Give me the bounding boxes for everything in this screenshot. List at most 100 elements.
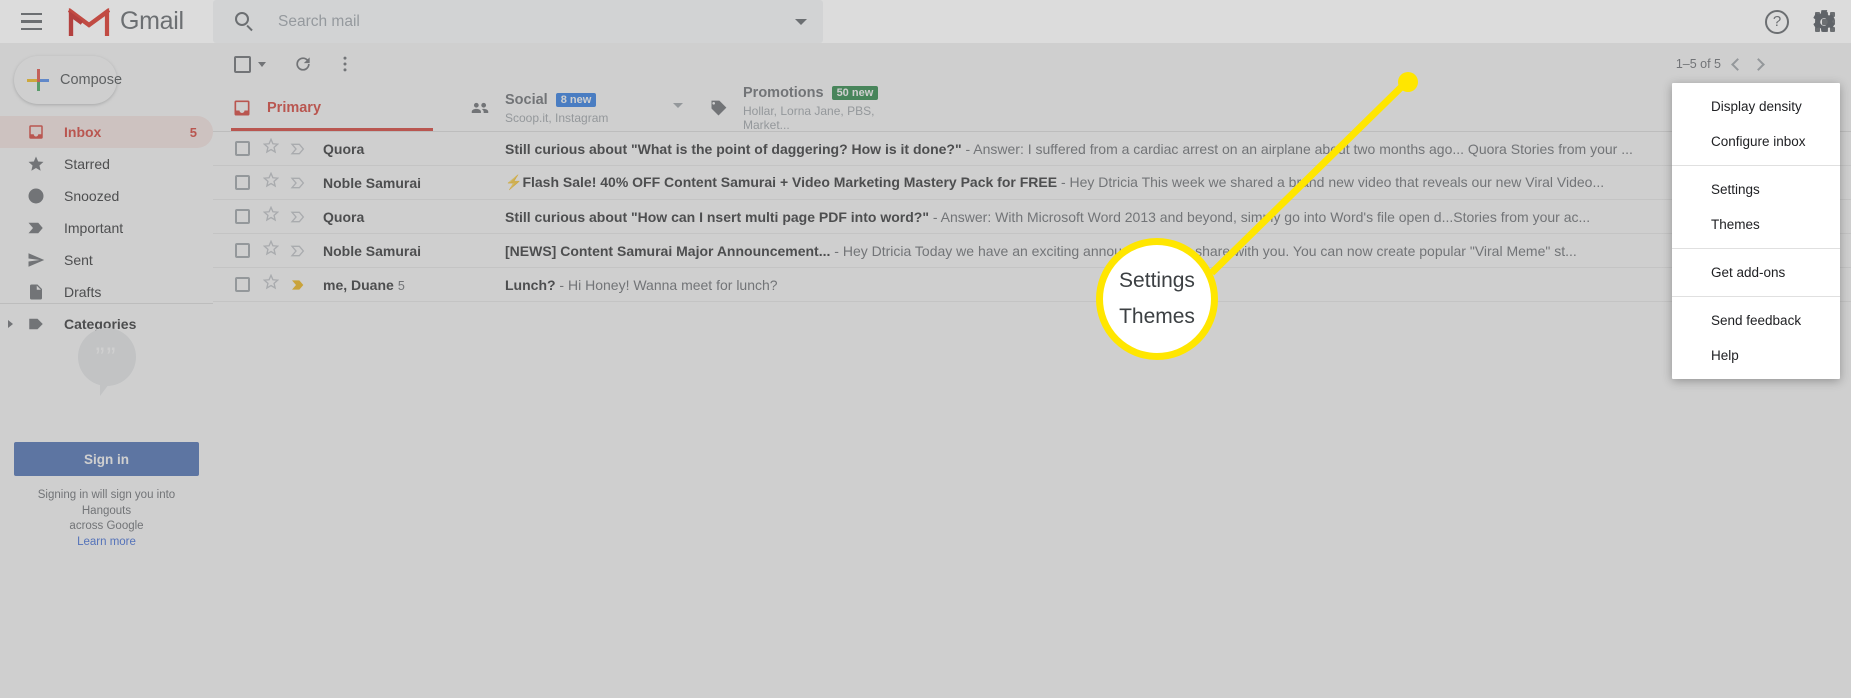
email-subject: Lunch?	[505, 276, 556, 293]
search-icon	[234, 11, 256, 33]
email-snippet: - Hey Dtricia This week we shared a bran…	[1057, 174, 1605, 190]
tab-subtitle: Hollar, Lorna Jane, PBS, Market...	[743, 103, 875, 132]
email-snippet: - Answer: I suffered from a cardiac arre…	[961, 140, 1633, 157]
tab-badge: 8 new	[555, 92, 597, 107]
email-sender: Quora	[323, 208, 365, 225]
email-subject: Still curious about "What is the point o…	[505, 140, 962, 157]
send-icon	[26, 250, 46, 270]
email-sender: Noble Samurai	[323, 174, 422, 191]
select-dropdown-icon[interactable]	[258, 61, 266, 67]
email-checkbox[interactable]	[235, 141, 250, 156]
email-thread-count: 5	[397, 278, 405, 293]
settings-menu-item-settings[interactable]: Settings	[1672, 172, 1840, 207]
email-row[interactable]: me, Duane 5 Lunch? - Hi Honey! Wanna meet …	[213, 268, 1851, 302]
more-vertical-icon[interactable]	[335, 54, 355, 74]
sidebar-item-starred[interactable]: Starred	[0, 148, 213, 180]
tab-badge: 50 new	[831, 85, 879, 100]
email-snippet: - Hi Honey! Wanna meet for lunch?	[555, 276, 778, 293]
email-checkbox[interactable]	[235, 243, 250, 258]
email-checkbox[interactable]	[235, 277, 250, 292]
tag-icon	[707, 97, 729, 119]
chevron-down-icon[interactable]	[795, 18, 807, 25]
sidebar-item-label: Snoozed	[64, 188, 120, 204]
important-marker-icon[interactable]	[290, 243, 306, 259]
email-row[interactable]: Noble Samurai [NEWS] Content Samurai Majo…	[213, 234, 1851, 268]
settings-menu-item-themes[interactable]: Themes	[1672, 207, 1840, 242]
chevron-down-icon[interactable]	[673, 103, 683, 108]
email-sender: me, Duane 5	[323, 276, 405, 293]
sidebar-item-label: Inbox	[64, 124, 102, 140]
sidebar-item-sent[interactable]: Sent	[0, 244, 213, 276]
settings-menu-item-display-density[interactable]: Display density	[1672, 89, 1840, 124]
star-icon	[26, 154, 46, 174]
select-all-checkbox[interactable]	[234, 55, 251, 73]
gear-icon[interactable]	[1811, 9, 1837, 35]
important-marker-icon[interactable]	[290, 277, 306, 293]
menu-separator	[1672, 296, 1840, 297]
inbox-count: 5	[189, 124, 197, 140]
callout-anchor-dot	[1398, 72, 1418, 92]
star-icon[interactable]	[262, 137, 280, 159]
compose-button[interactable]: Compose	[14, 56, 122, 104]
inbox-tabs: Primary Social 8 new Scoop.it, Instagram	[213, 85, 1851, 132]
tab-promotions[interactable]: Promotions 50 new Hollar, Lorna Jane, PB…	[689, 85, 927, 132]
star-icon[interactable]	[262, 171, 280, 193]
sidebar-item-inbox[interactable]: Inbox 5	[0, 116, 213, 148]
menu-separator	[1672, 165, 1840, 166]
pager-text: 1–5 of 5	[1675, 57, 1721, 71]
email-row[interactable]: Noble Samurai ⚡Flash Sale! 40% OFF Conten…	[213, 166, 1851, 200]
important-marker-icon[interactable]	[290, 175, 306, 191]
sidebar-item-important[interactable]: Important	[0, 212, 213, 244]
sidebar-item-label: Important	[64, 220, 124, 236]
search-box[interactable]	[213, 0, 823, 43]
settings-menu-item-help[interactable]: Help	[1672, 338, 1840, 373]
hangouts-quote-glyph: ””	[95, 342, 118, 372]
inbox-icon	[231, 97, 253, 119]
email-snippet: - Hey Dtricia Today we have an exciting …	[830, 242, 1577, 259]
menu-separator	[1672, 248, 1840, 249]
email-subject: Flash Sale! 40% OFF Content Samurai + Vi…	[522, 174, 1058, 190]
chevron-right-icon[interactable]	[1752, 57, 1765, 71]
star-icon[interactable]	[262, 205, 280, 227]
magnifier-callout: Settings Themes	[1096, 238, 1218, 360]
sidebar-item-label: Drafts	[64, 284, 102, 300]
tab-subtitle: Scoop.it, Instagram	[505, 110, 609, 125]
settings-menu-item-send-feedback[interactable]: Send feedback	[1672, 303, 1840, 338]
sidebar-item-snoozed[interactable]: Snoozed	[0, 180, 213, 212]
important-icon	[26, 218, 46, 238]
gmail-m-icon	[67, 6, 111, 37]
email-list: Quora Still curious about "What is the po…	[213, 132, 1851, 302]
settings-menu-item-configure-inbox[interactable]: Configure inbox	[1672, 124, 1840, 159]
sidebar: Compose Inbox 5 Starred Snoozed Importan…	[0, 43, 213, 698]
email-subject: Still curious about "How can I nsert mul…	[505, 208, 929, 225]
email-sender: Noble Samurai	[323, 242, 422, 259]
star-icon[interactable]	[262, 273, 280, 295]
clock-icon	[26, 186, 46, 206]
sign-in-note: Signing in will sign you into Hangouts a…	[0, 488, 213, 550]
chevron-left-icon[interactable]	[1731, 57, 1744, 71]
email-checkbox[interactable]	[235, 209, 250, 224]
refresh-icon[interactable]	[293, 54, 313, 74]
hamburger-icon[interactable]	[14, 5, 48, 39]
search-input[interactable]	[278, 12, 795, 31]
gmail-logo[interactable]: Gmail	[67, 6, 184, 37]
settings-menu-item-get-add-ons[interactable]: Get add-ons	[1672, 255, 1840, 290]
email-row[interactable]: Quora Still curious about "How can I nser…	[213, 200, 1851, 234]
tab-label: Social	[505, 91, 548, 108]
sign-in-button[interactable]: Sign in	[14, 442, 199, 476]
magnified-themes-label: Themes	[1119, 305, 1195, 328]
important-marker-icon[interactable]	[290, 209, 306, 225]
gmail-wordmark: Gmail	[120, 7, 184, 35]
learn-more-link[interactable]: Learn more	[14, 535, 199, 551]
gmail-app: Gmail ? Compose	[0, 0, 1851, 698]
email-checkbox[interactable]	[235, 175, 250, 190]
email-body-preview: Still curious about "How can I nsert mul…	[505, 209, 1851, 225]
email-row[interactable]: Quora Still curious about "What is the po…	[213, 132, 1851, 166]
important-marker-icon[interactable]	[290, 141, 306, 157]
tab-primary[interactable]: Primary	[213, 85, 451, 131]
top-bar: Gmail ?	[0, 0, 1851, 43]
compose-label: Compose	[60, 72, 123, 88]
help-icon[interactable]: ?	[1765, 10, 1789, 34]
star-icon[interactable]	[262, 239, 280, 261]
tab-social[interactable]: Social 8 new Scoop.it, Instagram	[451, 85, 689, 131]
